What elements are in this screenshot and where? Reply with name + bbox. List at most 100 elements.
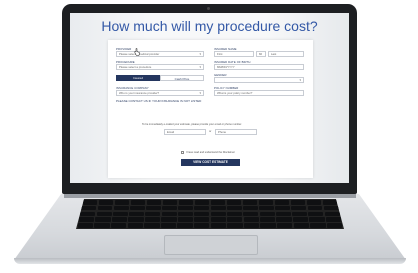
trackpad	[164, 235, 258, 255]
laptop-mockup: How much will my procedure cost? PROVIDE…	[0, 0, 418, 273]
keyboard-key	[144, 223, 160, 228]
keyboard-key	[194, 223, 210, 228]
procedure-select[interactable]: Please select a procedure ▾	[116, 64, 204, 70]
keyboard-key	[243, 211, 259, 217]
keyboard-key	[114, 200, 130, 205]
chevron-down-icon: ▾	[299, 78, 301, 82]
keyboard-key	[178, 200, 194, 205]
keyboard-key	[259, 217, 276, 222]
keyboard-key	[322, 200, 338, 205]
keyboard-key	[210, 211, 226, 217]
keyboard-key	[161, 217, 177, 222]
keyboard-key	[111, 223, 127, 228]
keyboard-key	[226, 205, 242, 211]
keyboard-key	[194, 205, 210, 211]
laptop-base	[14, 194, 406, 266]
insured-toggle[interactable]: Insured	[116, 75, 160, 81]
middle-initial-input[interactable]: MI	[256, 51, 266, 57]
keyboard-key	[94, 223, 110, 228]
keyboard-key	[80, 211, 96, 217]
keyboard-key	[96, 211, 112, 217]
laptop-front-lip	[14, 258, 406, 264]
keyboard-key	[177, 217, 193, 222]
keyboard-key	[130, 200, 146, 205]
keyboard-key	[242, 200, 258, 205]
keyboard-key	[162, 200, 178, 205]
keyboard-key	[259, 205, 274, 211]
keyboard-key	[178, 211, 194, 217]
disclaimer-checkbox[interactable]	[181, 151, 184, 154]
keyboard-key	[293, 223, 309, 228]
keyboard-key	[226, 211, 242, 217]
keyboard-key	[82, 200, 98, 205]
keyboard-key	[227, 223, 243, 228]
keyboard-key	[242, 205, 258, 211]
first-name-input[interactable]: First	[214, 51, 254, 57]
cash-price-toggle[interactable]: Cash Price	[160, 75, 204, 81]
keyboard-key	[210, 223, 226, 228]
last-name-input[interactable]: Last	[268, 51, 304, 57]
phone-input[interactable]: Phone	[215, 129, 257, 135]
keyboard-key	[194, 211, 210, 217]
keyboard-key	[326, 223, 343, 228]
keyboard-key	[113, 205, 129, 211]
keyboard-key	[210, 200, 226, 205]
keyboard-key	[274, 200, 290, 205]
keyboard-key	[276, 217, 292, 222]
keyboard-key	[194, 217, 210, 222]
keyboard-key	[145, 211, 161, 217]
keyboard-key	[291, 205, 307, 211]
keyboard-key	[111, 217, 128, 222]
keyboard-key	[324, 211, 340, 217]
policy-input[interactable]: What is your policy number?	[214, 90, 304, 96]
camera-icon	[207, 7, 210, 10]
gender-select[interactable]: ▾	[214, 77, 304, 83]
keyboard-key	[129, 205, 145, 211]
keyboard-key	[290, 200, 306, 205]
keyboard-key	[307, 205, 323, 211]
email-phone-note: To be immediately e-mailed your estimate…	[142, 123, 242, 126]
provider-select[interactable]: Please select a medical provider ▾	[116, 51, 204, 57]
keyboard-key	[210, 217, 226, 222]
dob-input[interactable]: MM/DD/YYYY	[214, 64, 304, 70]
keyboard-key	[226, 200, 242, 205]
chevron-down-icon: ▾	[199, 52, 201, 56]
view-cost-estimate-button[interactable]: VIEW COST ESTIMATE	[181, 159, 240, 166]
keyboard-key	[144, 217, 161, 222]
email-input[interactable]: Email	[164, 129, 206, 135]
keyboard-key	[112, 211, 128, 217]
keyboard-key	[127, 223, 143, 228]
keyboard-key	[292, 217, 309, 222]
keyboard-key	[95, 217, 111, 222]
keyboard-key	[243, 223, 260, 228]
keyboard-key	[308, 211, 324, 217]
keyboard-key	[243, 217, 259, 222]
keyboard-key	[275, 211, 291, 217]
keyboard-key	[161, 211, 177, 217]
keyboard-key	[275, 205, 291, 211]
insurance-placeholder: Who is your insurance provider?	[119, 91, 160, 95]
keyboard	[76, 199, 344, 229]
keyboard-key	[258, 200, 274, 205]
keyboard-key	[306, 200, 322, 205]
keyboard-key	[323, 205, 339, 211]
keyboard-key	[81, 205, 97, 211]
contact-us-link[interactable]: PLEASE CONTACT US IF YOUR INSURANCE IS N…	[116, 99, 201, 103]
hand-pointer-icon	[134, 48, 140, 56]
chevron-down-icon: ▾	[199, 91, 201, 95]
keyboard-key	[309, 217, 325, 222]
chevron-down-icon: ▾	[199, 65, 201, 69]
insurance-select[interactable]: Who is your insurance provider? ▾	[116, 90, 204, 96]
keyboard-key	[146, 205, 161, 211]
or-text: or	[209, 130, 212, 133]
keyboard-key	[97, 205, 113, 211]
keyboard-key	[128, 217, 144, 222]
keyboard-key	[227, 217, 243, 222]
estimate-form: PROVIDER Please select a medical provide…	[108, 40, 313, 178]
keyboard-key	[178, 205, 194, 211]
page-title: How much will my procedure cost?	[101, 18, 318, 34]
procedure-placeholder: Please select a procedure	[119, 65, 152, 69]
keyboard-key	[194, 200, 210, 205]
keyboard-key	[79, 217, 95, 222]
keyboard-key	[146, 200, 162, 205]
